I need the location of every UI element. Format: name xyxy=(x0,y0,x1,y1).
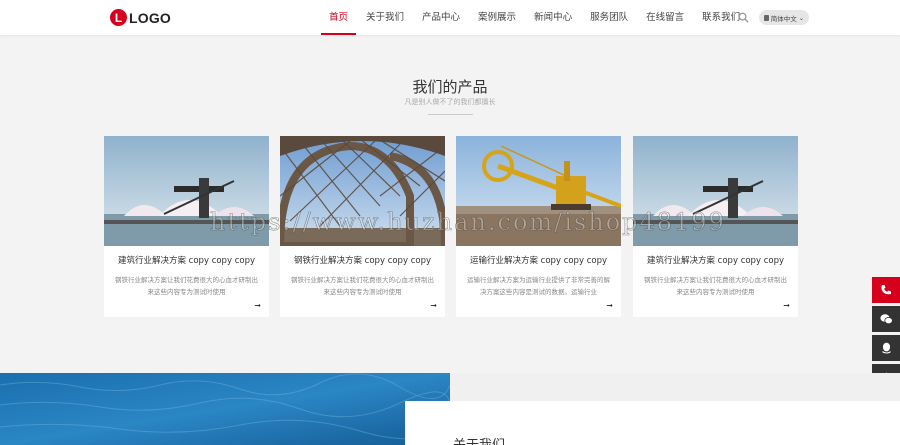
logo-text: LOGO xyxy=(129,9,172,26)
language-label: 简体中文 xyxy=(770,14,797,23)
arrow-right-icon[interactable]: ➞ xyxy=(606,301,613,310)
product-card-desc: 钢铁行业解决方案让我们花费很大的心血才研制出来这些内容专为测试时使用 xyxy=(115,276,258,296)
nav-item-products[interactable]: 产品中心 xyxy=(414,0,468,35)
watermark-text: https://www.huzhan.com/ishop48199 xyxy=(210,208,726,237)
product-card-title: 钢铁行业解决方案 copy copy copy xyxy=(293,256,431,266)
chevron-down-icon: ⌄ xyxy=(798,13,805,22)
about-background-image xyxy=(0,373,450,445)
product-card-title: 建筑行业解决方案 copy copy copy xyxy=(117,256,255,266)
nav-item-about[interactable]: 关于我们 xyxy=(358,0,412,35)
product-card-title: 建筑行业解决方案 copy copy copy xyxy=(646,256,784,266)
about-title: 关于我们 xyxy=(453,434,505,445)
main-nav: 首页 关于我们 产品中心 案例展示 新闻中心 服务团队 在线留言 联系我们 xyxy=(321,0,750,35)
site-header: L LOGO 首页 关于我们 产品中心 案例展示 新闻中心 服务团队 在线留言 … xyxy=(0,0,900,35)
arrow-right-icon[interactable]: ➞ xyxy=(254,301,261,310)
site-logo[interactable]: L LOGO xyxy=(110,9,171,26)
phone-icon[interactable] xyxy=(872,277,900,303)
title-divider xyxy=(428,114,473,115)
products-subtitle: 凡是别人做不了的我们都擅长 xyxy=(404,98,496,106)
nav-item-home[interactable]: 首页 xyxy=(321,0,357,35)
nav-item-news[interactable]: 新闻中心 xyxy=(526,0,580,35)
product-card-desc: 运输行业解决方案为运输行业提供了非常完善的解决方案这些内容是测试的数据。运输行业 xyxy=(467,276,610,296)
search-icon[interactable] xyxy=(738,12,749,23)
nav-item-cases[interactable]: 案例展示 xyxy=(470,0,524,35)
arrow-right-icon[interactable]: ➞ xyxy=(430,301,437,310)
product-card-title: 运输行业解决方案 copy copy copy xyxy=(469,256,607,266)
arrow-right-icon[interactable]: ➞ xyxy=(783,301,790,310)
nav-item-message[interactable]: 在线留言 xyxy=(638,0,692,35)
products-title: 我们的产品 xyxy=(412,78,488,96)
flag-icon xyxy=(763,14,769,21)
language-select[interactable]: 简体中文 ⌄ xyxy=(759,10,809,25)
logo-mark-icon: L xyxy=(110,9,127,26)
qq-icon[interactable] xyxy=(872,335,900,361)
wechat-icon[interactable] xyxy=(872,306,900,332)
nav-item-team[interactable]: 服务团队 xyxy=(582,0,636,35)
product-card-desc: 钢铁行业解决方案让我们花费很大的心血才研制出来这些内容专为测试时使用 xyxy=(291,276,434,296)
product-card-desc: 钢铁行业解决方案让我们花费很大的心血才研制出来这些内容专为测试时使用 xyxy=(644,276,787,296)
